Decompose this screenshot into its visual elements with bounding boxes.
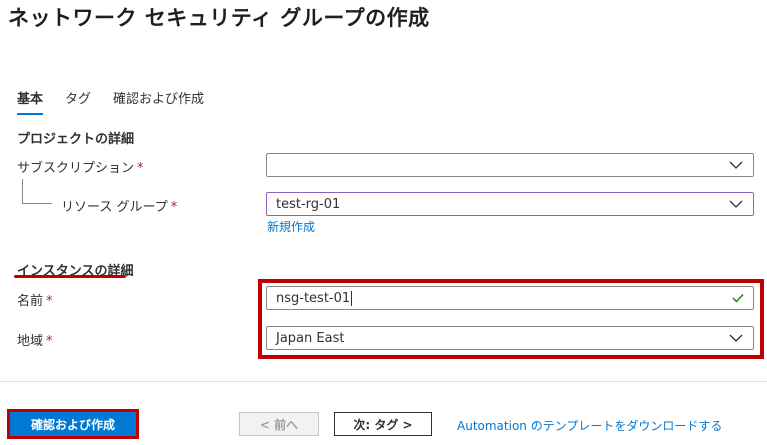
- project-details-heading: プロジェクトの詳細: [17, 132, 135, 147]
- name-label-text: 名前: [17, 294, 44, 309]
- next-tags-button[interactable]: 次: タグ >: [334, 412, 432, 436]
- tab-review-create[interactable]: 確認および作成: [113, 88, 204, 115]
- subscription-select[interactable]: [266, 153, 754, 177]
- chevron-down-icon: [729, 161, 743, 169]
- required-mark: *: [137, 161, 144, 176]
- page-title: ネットワーク セキュリティ グループの作成: [8, 6, 430, 30]
- resource-group-label-text: リソース グループ: [61, 200, 168, 215]
- review-create-button[interactable]: 確認および作成: [7, 409, 139, 439]
- download-template-link[interactable]: Automation のテンプレートをダウンロードする: [457, 417, 722, 434]
- footer-divider: [0, 381, 767, 382]
- name-label: 名前 *: [17, 290, 53, 309]
- tab-bar: 基本 タグ 確認および作成: [17, 88, 204, 115]
- region-label-text: 地域: [17, 334, 44, 349]
- required-mark: *: [46, 334, 53, 349]
- required-mark: *: [46, 294, 53, 309]
- resource-group-value: test-rg-01: [276, 196, 341, 212]
- tree-connector-horizontal: [22, 203, 52, 204]
- tree-connector-vertical: [22, 179, 23, 203]
- resource-group-select[interactable]: test-rg-01: [266, 192, 754, 216]
- chevron-down-icon: [729, 200, 743, 208]
- region-label: 地域 *: [17, 330, 53, 349]
- tab-basics[interactable]: 基本: [17, 88, 44, 115]
- more-options-icon[interactable]: ···: [398, 6, 414, 22]
- tab-tags[interactable]: タグ: [65, 88, 91, 115]
- highlight-box: [258, 279, 764, 359]
- subscription-label-text: サブスクリプション: [17, 161, 135, 176]
- create-new-resource-group-link[interactable]: 新規作成: [267, 218, 315, 235]
- previous-button[interactable]: < 前へ: [239, 412, 319, 436]
- resource-group-label: リソース グループ *: [61, 196, 177, 215]
- subscription-label: サブスクリプション *: [17, 157, 144, 176]
- required-mark: *: [170, 200, 178, 215]
- highlight-underline: [14, 275, 126, 278]
